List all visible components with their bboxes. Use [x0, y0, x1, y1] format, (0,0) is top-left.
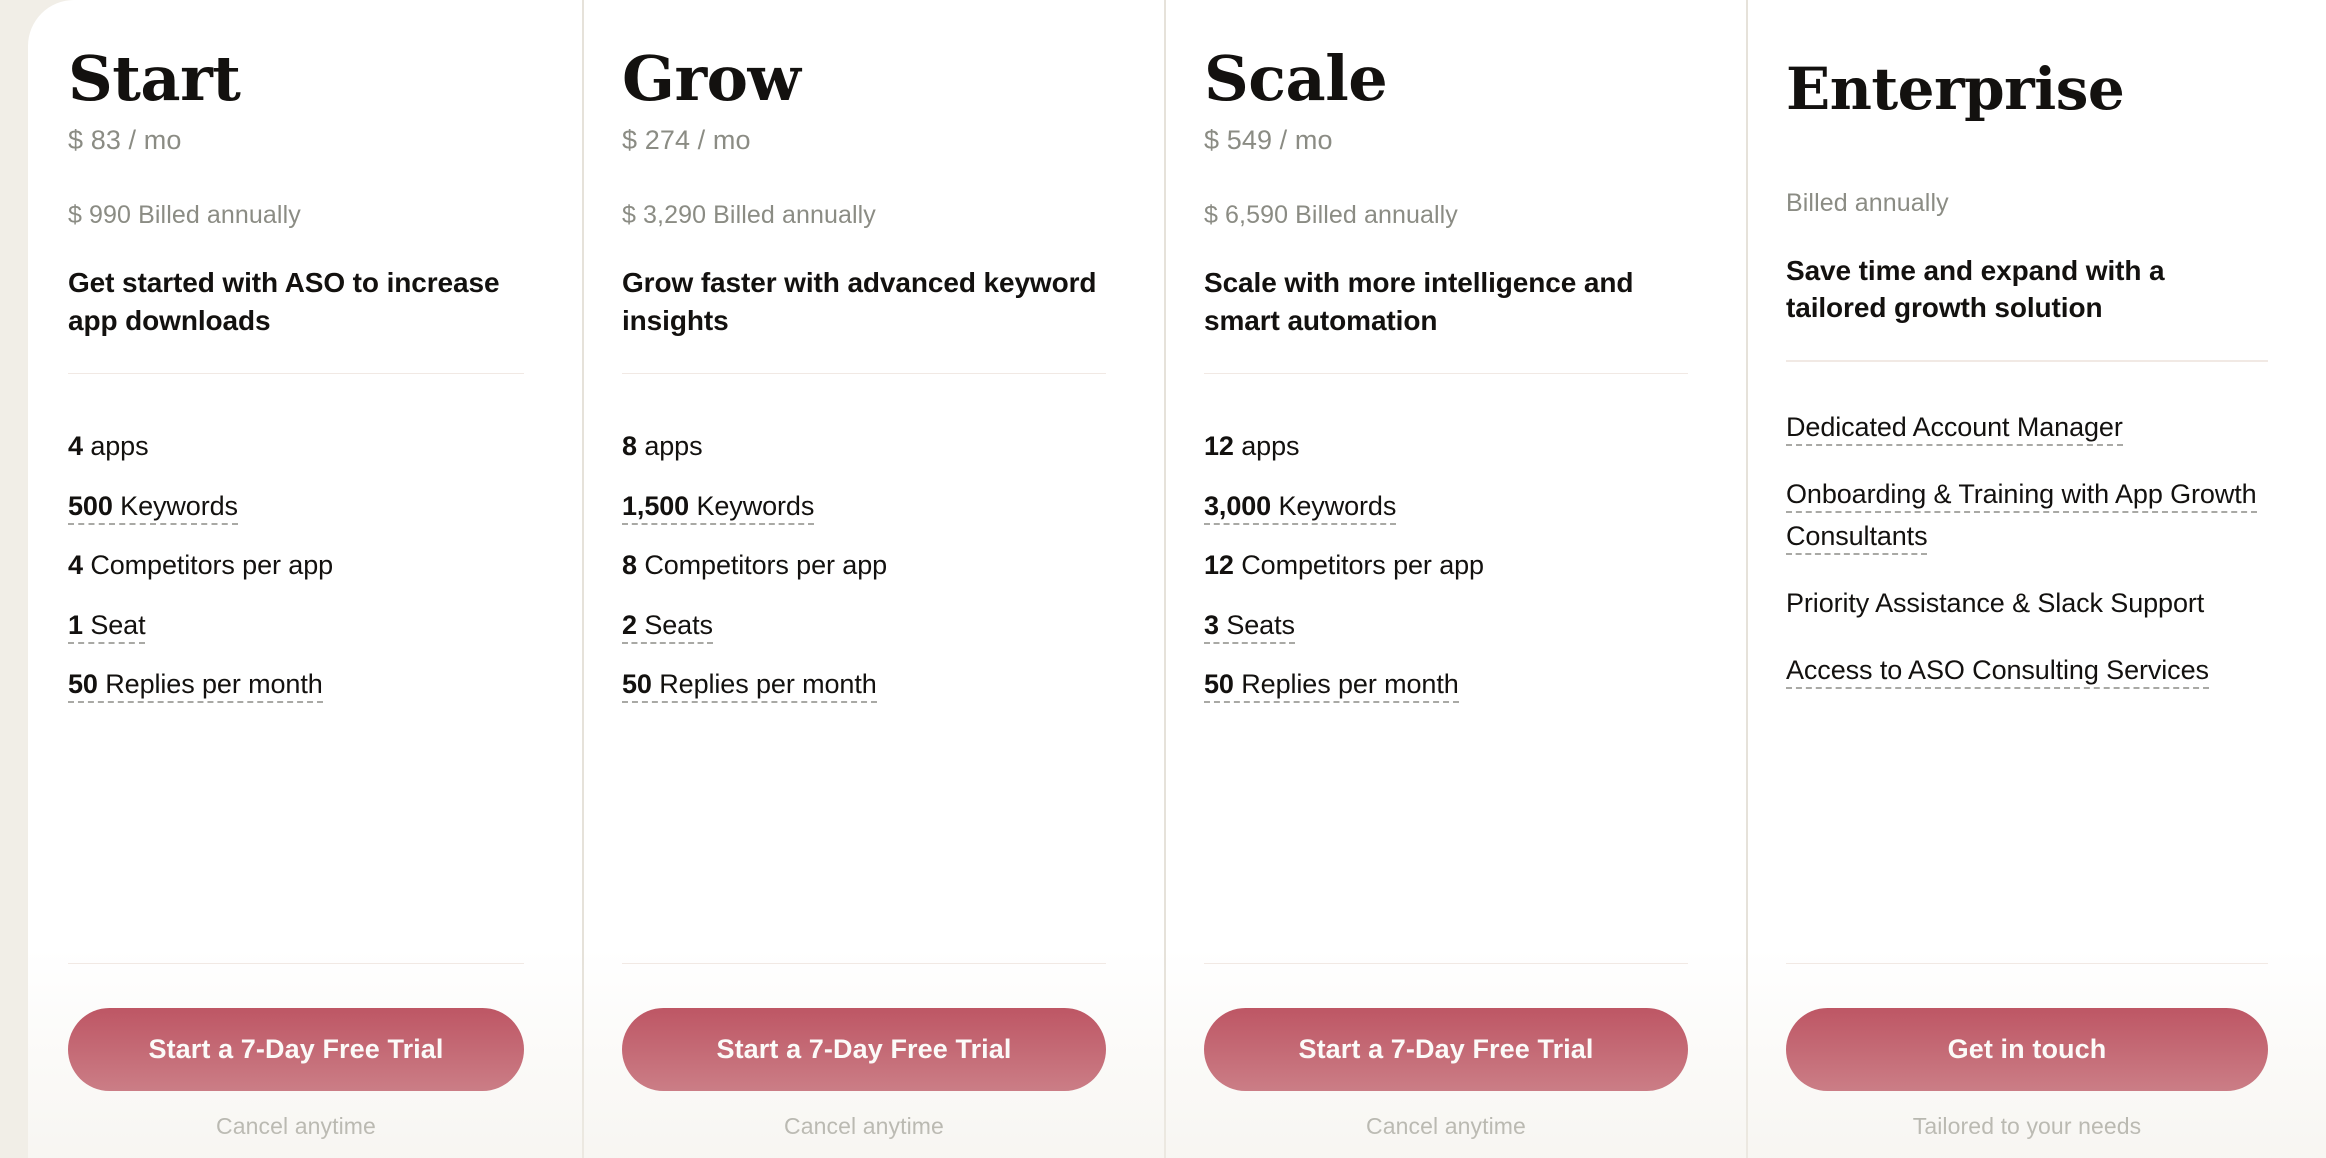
feature-label: Competitors per app: [90, 550, 334, 581]
feature-label: Keywords: [120, 490, 238, 521]
feature-label: apps: [644, 431, 703, 462]
feature-label: Onboarding & Training with App Growth Co…: [1786, 478, 2257, 556]
feature-label: apps: [1241, 431, 1300, 462]
cta-zone-enterprise: Get in touch Tailored to your needs: [1786, 962, 2268, 1158]
plan-billing-grow: $ 3,290 Billed annually: [622, 201, 876, 230]
cta-zone-scale: Start a 7-Day Free Trial Cancel anytime: [1204, 962, 1688, 1158]
feature-qty: 500: [68, 490, 113, 521]
plan-column-start: Start $ 83 / mo $ 990 Billed annually Ge…: [28, 0, 582, 1158]
feature-list-scale: 12 apps 3,000 Keywords 12 Competitors pe…: [1204, 430, 1688, 704]
cta-zone-start: Start a 7-Day Free Trial Cancel anytime: [68, 962, 524, 1158]
pricing-page: Start $ 83 / mo $ 990 Billed annually Ge…: [0, 0, 2326, 1158]
feature-label: Seats: [1226, 609, 1295, 640]
feature-qty: 2: [622, 609, 637, 640]
feature-item: 8 Competitors per app: [622, 549, 1106, 582]
feature-qty: 4: [68, 550, 83, 581]
feature-item: 8 apps: [622, 430, 1106, 463]
feature-label: Seat: [90, 609, 146, 640]
feature-label: Replies per month: [1241, 669, 1459, 700]
feature-qty: 12: [1204, 431, 1234, 462]
feature-item[interactable]: 1 Seat: [68, 609, 524, 644]
feature-item: 4 apps: [68, 430, 524, 463]
feature-label: Access to ASO Consulting Services: [1786, 654, 2209, 689]
cta-button-enterprise[interactable]: Get in touch: [1786, 1008, 2268, 1091]
feature-item: Priority Assistance & Slack Support: [1786, 582, 2268, 625]
plan-tagline-start: Get started with ASO to increase app dow…: [68, 267, 500, 336]
feature-item[interactable]: 2 Seats: [622, 609, 1106, 644]
plan-column-grow: Grow $ 274 / mo $ 3,290 Billed annually …: [582, 0, 1164, 1158]
pricing-card-container: Start $ 83 / mo $ 990 Billed annually Ge…: [28, 0, 2326, 1158]
feature-item[interactable]: 3,000 Keywords: [1204, 490, 1688, 525]
feature-label: Replies per month: [659, 669, 877, 700]
feature-qty: 8: [622, 431, 637, 462]
feature-item[interactable]: 50 Replies per month: [622, 668, 1106, 704]
plan-tagline-grow: Grow faster with advanced keyword insigh…: [622, 267, 1097, 336]
plan-price-scale: $ 549 / mo: [1204, 125, 1333, 155]
feature-qty: 50: [622, 669, 652, 700]
plan-column-enterprise: Enterprise Billed annually Save time and…: [1746, 0, 2326, 1158]
feature-qty: 50: [1204, 669, 1234, 700]
feature-label: Dedicated Account Manager: [1786, 411, 2123, 446]
feature-label: Keywords: [696, 490, 815, 521]
feature-item[interactable]: 1,500 Keywords: [622, 490, 1106, 525]
feature-item: 12 apps: [1204, 430, 1688, 463]
feature-item[interactable]: 500 Keywords: [68, 490, 524, 525]
feature-label: apps: [90, 431, 149, 462]
feature-item: 12 Competitors per app: [1204, 549, 1688, 582]
feature-label: Priority Assistance & Slack Support: [1786, 587, 2205, 618]
feature-qty: 50: [68, 669, 98, 700]
feature-list-start: 4 apps 500 Keywords 4 Competitors per ap…: [68, 430, 524, 704]
feature-qty: 3,000: [1204, 490, 1272, 521]
feature-label: Keywords: [1278, 490, 1397, 521]
plan-title-enterprise: Enterprise: [1786, 55, 2125, 123]
cta-button-grow[interactable]: Start a 7-Day Free Trial: [622, 1008, 1106, 1091]
feature-qty: 4: [68, 431, 83, 462]
feature-label: Seats: [644, 609, 713, 640]
feature-qty: 12: [1204, 550, 1234, 581]
feature-label: Competitors per app: [644, 550, 888, 581]
plan-tagline-enterprise: Save time and expand with a tailored gro…: [1786, 255, 2165, 324]
feature-label: Replies per month: [105, 669, 323, 700]
cta-button-scale[interactable]: Start a 7-Day Free Trial: [1204, 1008, 1688, 1091]
feature-item[interactable]: Access to ASO Consulting Services: [1786, 649, 2268, 692]
plan-tagline-scale: Scale with more intelligence and smart a…: [1204, 267, 1634, 336]
plan-billing-scale: $ 6,590 Billed annually: [1204, 201, 1458, 230]
cta-note-enterprise: Tailored to your needs: [1912, 1113, 2142, 1139]
feature-item[interactable]: 50 Replies per month: [68, 668, 524, 704]
feature-list-enterprise: Dedicated Account Manager Onboarding & T…: [1786, 406, 2268, 715]
feature-item[interactable]: Onboarding & Training with App Growth Co…: [1786, 473, 2268, 558]
plan-price-grow: $ 274 / mo: [622, 125, 751, 155]
cta-note-start: Cancel anytime: [216, 1113, 376, 1139]
cta-note-scale: Cancel anytime: [1366, 1113, 1526, 1139]
feature-item[interactable]: Dedicated Account Manager: [1786, 406, 2268, 449]
feature-qty: 3: [1204, 609, 1219, 640]
feature-item: 4 Competitors per app: [68, 549, 524, 582]
feature-label: Competitors per app: [1241, 550, 1484, 581]
plan-billing-start: $ 990 Billed annually: [68, 201, 301, 230]
feature-qty: 1,500: [622, 490, 690, 521]
feature-item[interactable]: 3 Seats: [1204, 609, 1688, 644]
feature-list-grow: 8 apps 1,500 Keywords 8 Competitors per …: [622, 430, 1106, 704]
feature-item[interactable]: 50 Replies per month: [1204, 668, 1688, 704]
plan-billing-enterprise: Billed annually: [1786, 189, 1949, 217]
plan-title-start: Start: [68, 42, 241, 115]
feature-qty: 1: [68, 609, 83, 640]
cta-zone-grow: Start a 7-Day Free Trial Cancel anytime: [622, 962, 1106, 1158]
plan-title-scale: Scale: [1204, 42, 1388, 115]
cta-button-start[interactable]: Start a 7-Day Free Trial: [68, 1008, 524, 1091]
plan-price-start: $ 83 / mo: [68, 125, 182, 155]
plan-column-scale: Scale $ 549 / mo $ 6,590 Billed annually…: [1164, 0, 1746, 1158]
feature-qty: 8: [622, 550, 637, 581]
cta-note-grow: Cancel anytime: [784, 1113, 944, 1139]
plan-title-grow: Grow: [622, 42, 801, 115]
